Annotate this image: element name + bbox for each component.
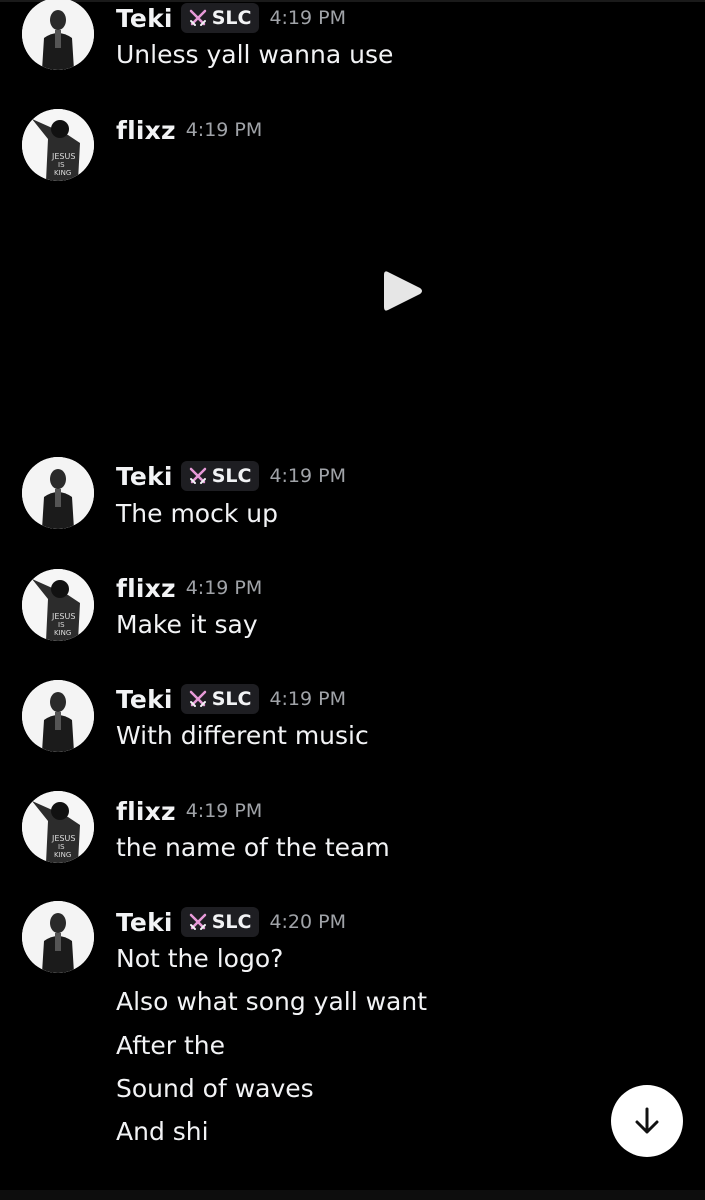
timestamp: 4:19 PM (185, 577, 263, 599)
timestamp: 4:20 PM (269, 911, 346, 933)
timestamp: 4:19 PM (269, 465, 346, 487)
avatar-teki[interactable] (22, 0, 94, 70)
crossed-swords-icon (189, 690, 206, 707)
tag-label: SLC (211, 688, 252, 710)
crossed-swords-icon (189, 467, 206, 484)
timestamp: 4:19 PM (185, 800, 263, 822)
message-text: Also what song yall want (116, 987, 428, 1016)
server-tag[interactable]: SLC (180, 684, 260, 714)
svg-text:JESUS: JESUS (51, 834, 75, 843)
message-text: With different music (116, 721, 369, 750)
avatar-flixz[interactable]: JESUS IS KING (22, 569, 94, 641)
scroll-to-bottom-button[interactable] (611, 1085, 683, 1157)
video-attachment[interactable] (0, 190, 705, 440)
username[interactable]: Teki (116, 908, 173, 937)
username[interactable]: flixz (116, 574, 176, 603)
svg-text:KING: KING (54, 851, 71, 859)
timestamp: 4:19 PM (269, 688, 346, 710)
message-text: The mock up (116, 499, 278, 528)
svg-text:JESUS: JESUS (51, 152, 75, 161)
server-tag[interactable]: SLC (180, 3, 260, 33)
server-tag[interactable]: SLC (180, 907, 260, 937)
avatar-flixz[interactable]: JESUS IS KING (22, 109, 94, 181)
tag-label: SLC (211, 911, 252, 933)
message-text: Not the logo? (116, 944, 284, 973)
crossed-swords-icon (189, 9, 206, 26)
avatar-flixz[interactable]: JESUS IS KING (22, 791, 94, 863)
username[interactable]: Teki (116, 4, 173, 33)
server-tag[interactable]: SLC (180, 461, 260, 491)
username[interactable]: Teki (116, 462, 173, 491)
timestamp: 4:19 PM (185, 119, 263, 141)
svg-text:IS: IS (58, 621, 65, 629)
play-icon[interactable] (382, 268, 424, 314)
tag-label: SLC (211, 465, 252, 487)
arrow-down-icon (635, 1107, 659, 1134)
bottom-bar (0, 1190, 705, 1200)
message-text: And shi (116, 1117, 209, 1146)
message-text: Unless yall wanna use (116, 40, 394, 69)
username[interactable]: flixz (116, 797, 176, 826)
svg-text:IS: IS (58, 843, 65, 851)
top-edge (0, 0, 705, 2)
avatar-teki[interactable] (22, 901, 94, 973)
crossed-swords-icon (189, 913, 206, 930)
timestamp: 4:19 PM (269, 7, 346, 29)
message-text: the name of the team (116, 833, 390, 862)
svg-text:IS: IS (58, 161, 65, 169)
svg-text:JESUS: JESUS (51, 612, 75, 621)
message-text: After the (116, 1031, 226, 1060)
avatar-teki[interactable] (22, 457, 94, 529)
tag-label: SLC (211, 7, 252, 29)
message-text: Sound of waves (116, 1074, 314, 1103)
message-text: Make it say (116, 610, 258, 639)
svg-text:KING: KING (54, 629, 71, 637)
username[interactable]: Teki (116, 685, 173, 714)
avatar-teki[interactable] (22, 680, 94, 752)
svg-text:KING: KING (54, 169, 71, 177)
username[interactable]: flixz (116, 116, 176, 145)
